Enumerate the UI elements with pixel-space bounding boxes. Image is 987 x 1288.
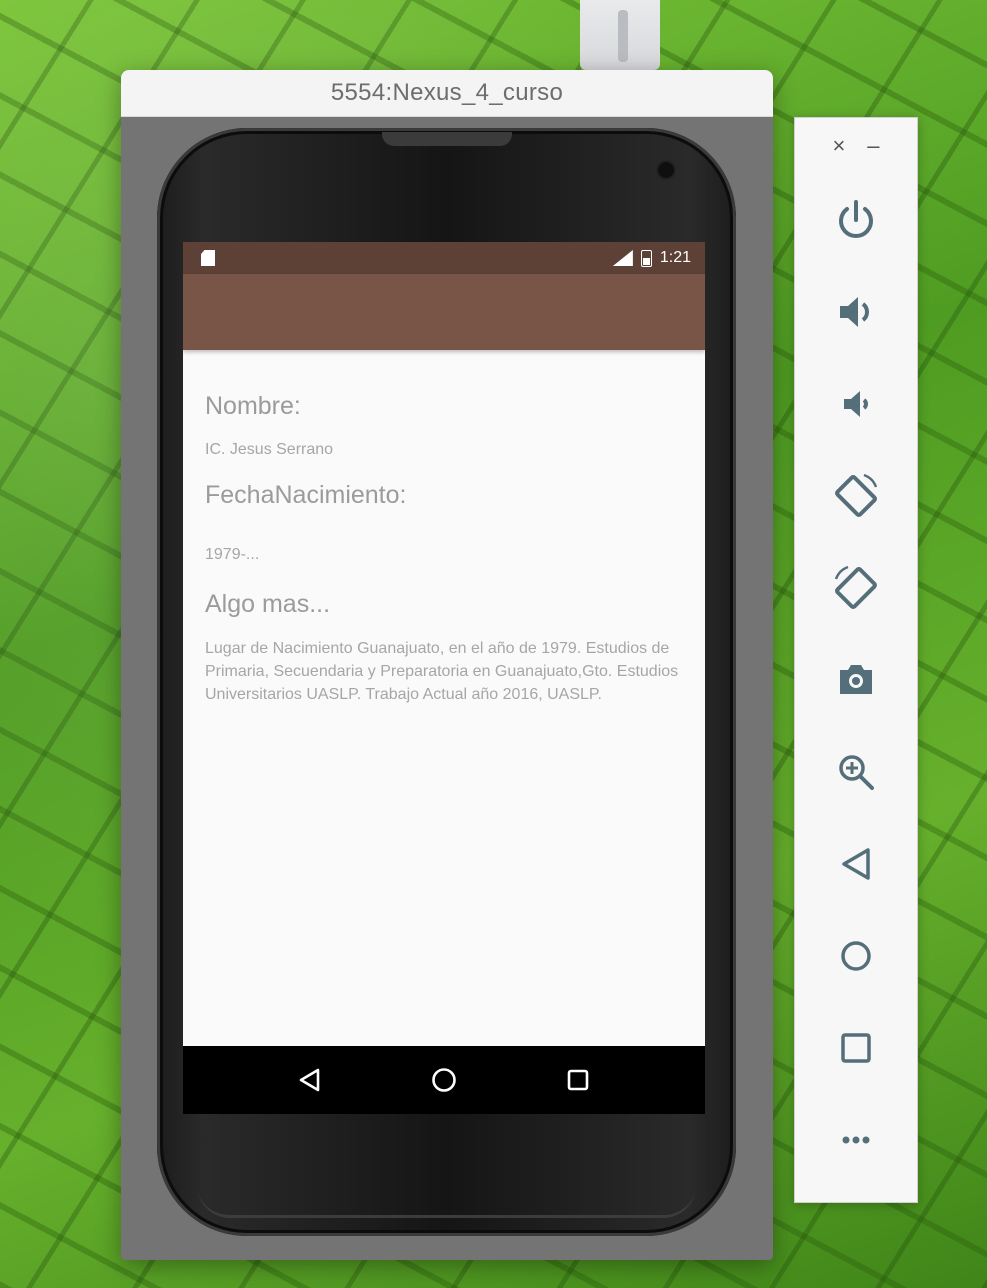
recents-icon: [567, 1069, 589, 1091]
more-button[interactable]: [795, 1094, 917, 1186]
name-value: IC. Jesus Serrano: [205, 441, 334, 458]
rotate-right-button[interactable]: [795, 542, 917, 634]
status-time: 1:21: [659, 249, 691, 266]
sd-card-icon: [201, 250, 215, 266]
phone-frame: 1:21 Nombre: IC. Jesus Serrano FechaNaci…: [157, 128, 736, 1236]
rotate-right-icon: [834, 565, 877, 609]
more-icon: [842, 1136, 870, 1144]
back-button[interactable]: [795, 818, 917, 910]
home-button[interactable]: [795, 910, 917, 1002]
power-button[interactable]: [795, 174, 917, 266]
minimize-button[interactable]: –: [867, 133, 879, 159]
phone-bottom-edge: [197, 1185, 696, 1218]
rotate-left-button[interactable]: [795, 450, 917, 542]
power-icon: [839, 200, 873, 238]
device-screen[interactable]: 1:21 Nombre: IC. Jesus Serrano FechaNaci…: [183, 242, 705, 1114]
zoom-icon: [839, 755, 874, 790]
window-title: 5554:Nexus_4_curso: [330, 79, 564, 106]
more-label: Algo mas...: [205, 590, 331, 618]
more-value: Lugar de Nacimiento Guanajuato, en el añ…: [205, 640, 679, 703]
battery-icon: [640, 249, 652, 267]
zoom-button[interactable]: [795, 726, 917, 818]
app-bar: [183, 274, 705, 350]
front-camera: [658, 162, 674, 178]
navigation-bar: [183, 1046, 705, 1114]
usb-cable-connector: [580, 0, 660, 70]
volume-down-icon: [844, 391, 868, 417]
camera-icon: [840, 665, 872, 694]
birthdate-value: 1979-...: [205, 546, 260, 563]
home-icon: [841, 941, 871, 971]
screenshot-button[interactable]: [795, 634, 917, 726]
profile-content: Nombre: IC. Jesus Serrano FechaNacimient…: [183, 350, 705, 706]
back-icon: [842, 848, 870, 880]
close-button[interactable]: ×: [832, 133, 845, 159]
name-label: Nombre:: [205, 392, 301, 420]
home-icon: [432, 1068, 456, 1092]
birthdate-label: FechaNacimiento:: [205, 481, 407, 509]
volume-down-button[interactable]: [795, 358, 917, 450]
overview-icon: [841, 1033, 871, 1063]
nav-home-button[interactable]: [424, 1060, 464, 1100]
phone-speaker: [382, 132, 512, 146]
emulator-window: 5554:Nexus_4_curso 1:21 Nombre: IC. Jesu…: [121, 70, 773, 1260]
emulator-toolbar: × –: [794, 117, 918, 1203]
window-titlebar[interactable]: 5554:Nexus_4_curso: [121, 70, 773, 117]
overview-button[interactable]: [795, 1002, 917, 1094]
status-bar: 1:21: [183, 242, 705, 274]
rotate-left-icon: [835, 473, 878, 517]
nav-recents-button[interactable]: [558, 1060, 598, 1100]
nav-back-button[interactable]: [290, 1060, 330, 1100]
volume-up-button[interactable]: [795, 266, 917, 358]
volume-up-icon: [840, 297, 869, 327]
signal-icon: [612, 250, 633, 266]
back-icon: [299, 1068, 320, 1092]
